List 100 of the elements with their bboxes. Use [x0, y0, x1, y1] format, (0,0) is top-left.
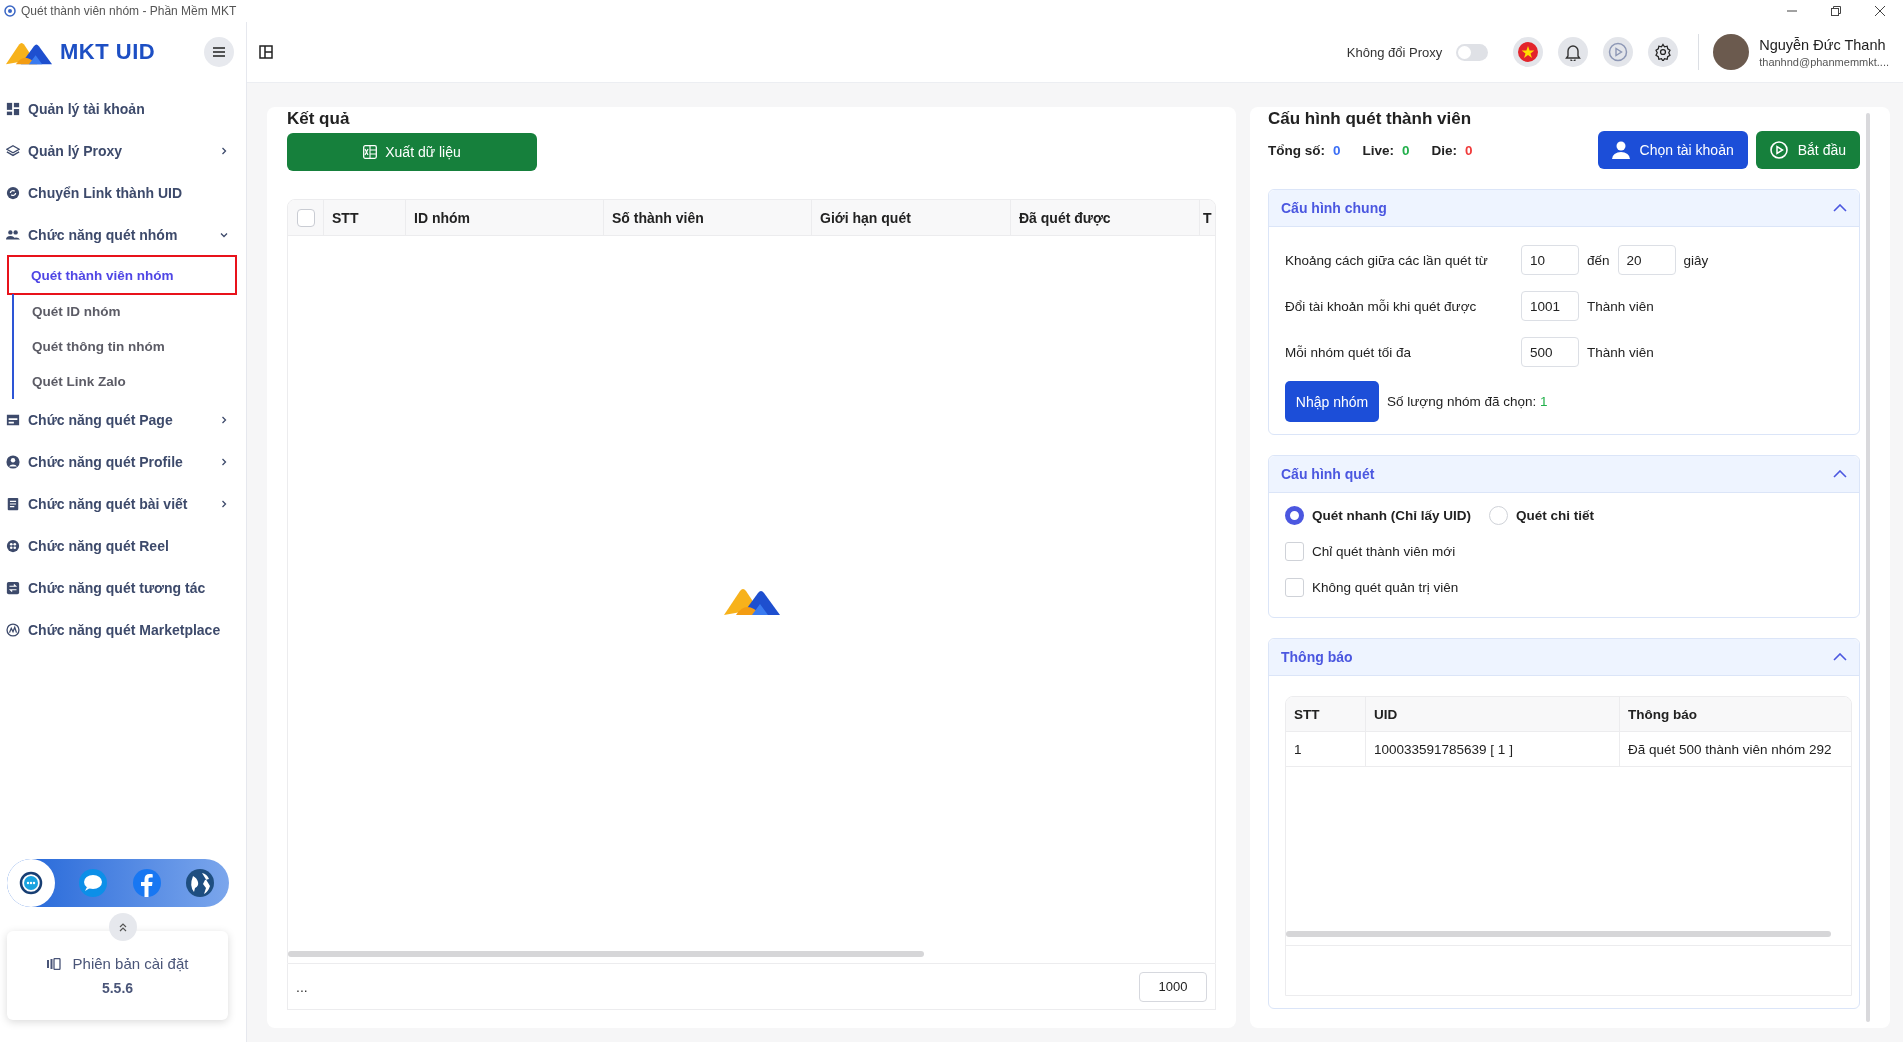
toggle-switch[interactable]: [1456, 43, 1489, 61]
expand-button[interactable]: [109, 913, 137, 941]
setting-label: Đổi tài khoản mỗi khi quét được: [1285, 298, 1478, 314]
import-groups-button[interactable]: Nhập nhóm: [1285, 381, 1379, 422]
version-number: 5.5.6: [101, 980, 134, 996]
version-label: Phiên bản cài đặt: [72, 955, 189, 972]
double-chevron-up-icon: [118, 922, 128, 932]
section-header[interactable]: Cấu hình quét: [1269, 456, 1859, 493]
avatar[interactable]: [1713, 34, 1750, 70]
app-icon: [4, 5, 16, 17]
document-icon: [6, 497, 20, 511]
stat-value: 0: [1333, 142, 1341, 158]
range-separator: đến: [1587, 252, 1610, 268]
unit-label: giây: [1683, 252, 1709, 268]
support-button[interactable]: [7, 859, 55, 907]
checkbox-option[interactable]: Không quét quản trị viên: [1285, 569, 1459, 605]
table-cell: Đã quét 500 thành viên nhóm 292: [1628, 741, 1832, 757]
unit-label: Thành viên: [1587, 298, 1654, 314]
flag-icon: [1518, 42, 1539, 62]
selected-count-text: Số lượng nhóm đã chọn: 1: [1387, 394, 1548, 409]
user-name: Nguyễn Đức Thanh: [1759, 36, 1887, 53]
chevron-right-icon: [220, 500, 228, 508]
submenu-item[interactable]: Quét thông tin nhóm: [12, 329, 232, 364]
number-field[interactable]: 20: [1617, 245, 1676, 275]
number-field[interactable]: 10: [1521, 245, 1579, 275]
scrollbar[interactable]: [1866, 113, 1870, 1022]
submenu-item[interactable]: Quét thành viên nhóm: [8, 256, 236, 294]
choose-account-button[interactable]: Chọn tài khoản: [1597, 131, 1748, 169]
profile-icon: [6, 455, 20, 469]
notification-button[interactable]: [1558, 37, 1589, 67]
stat-value: 0: [1465, 142, 1473, 158]
people-icon: [6, 228, 20, 242]
column-header: Thông báo: [1628, 706, 1697, 722]
radio-button[interactable]: [1285, 505, 1304, 525]
sidebar-item[interactable]: Chức năng quét Page: [0, 399, 246, 441]
play-circle-icon: [1608, 42, 1629, 62]
film-reel-icon: [6, 539, 20, 553]
globe-icon[interactable]: [185, 868, 215, 898]
section-header[interactable]: Thông báo: [1269, 639, 1859, 676]
setting-label: Khoảng cách giữa các lần quét từ: [1285, 252, 1489, 268]
column-header: Đã quét được: [1019, 209, 1111, 226]
proxy-toggle-label: Không đổi Proxy: [1346, 44, 1443, 60]
submenu-item[interactable]: Quét ID nhóm: [12, 294, 232, 329]
stat-label: Die:: [1431, 142, 1458, 158]
sync-icon: [6, 186, 20, 200]
column-header: STT: [332, 209, 359, 226]
setting-label: Mỗi nhóm quét tối đa: [1285, 344, 1413, 360]
layout-icon[interactable]: [259, 45, 273, 59]
menu-button[interactable]: [204, 37, 234, 67]
table-cell: 100033591785639 [ 1 ]: [1374, 741, 1513, 757]
section-header[interactable]: Cấu hình chung: [1269, 190, 1859, 227]
sidebar-item[interactable]: Chức năng quét tương tác: [0, 567, 246, 609]
sidebar-item[interactable]: Chuyển Link thành UID: [0, 172, 246, 214]
stat-value: 0: [1402, 142, 1410, 158]
close-icon[interactable]: [1875, 6, 1885, 16]
facebook-icon[interactable]: [131, 868, 162, 898]
radio-option[interactable]: Quét nhanh (Chỉ lấy UID): [1285, 505, 1471, 525]
column-header: STT: [1294, 706, 1320, 722]
page-size-field[interactable]: 1000: [1139, 971, 1207, 1002]
restore-icon[interactable]: [1831, 6, 1841, 16]
start-button[interactable]: Bắt đầu: [1755, 131, 1860, 169]
checkbox-option[interactable]: Chỉ quét thành viên mới: [1285, 533, 1456, 569]
user-email: thanhnd@phanmemmkt....: [1759, 55, 1889, 68]
number-field[interactable]: 1001: [1521, 291, 1579, 321]
play-circle-icon: [1769, 141, 1788, 159]
sidebar-item[interactable]: Chức năng quét Marketplace: [0, 609, 246, 651]
window-title: Quét thành viên nhóm - Phần Mềm MKT: [21, 4, 237, 18]
scrollbar[interactable]: [1286, 931, 1831, 937]
bell-icon: [1565, 43, 1582, 61]
unit-label: Thành viên: [1587, 344, 1654, 360]
sidebar-item[interactable]: Chức năng quét bài viết: [0, 483, 246, 525]
chevron-down-icon: [220, 231, 228, 239]
sidebar-item[interactable]: Chức năng quét nhóm: [0, 214, 246, 256]
scrollbar[interactable]: [288, 951, 924, 957]
play-button[interactable]: [1603, 37, 1634, 67]
column-header: ID nhóm: [414, 209, 470, 226]
sidebar-item[interactable]: Chức năng quét Profile: [0, 441, 246, 483]
settings-button[interactable]: [1648, 37, 1679, 67]
chevron-up-icon: [1833, 470, 1847, 478]
person-icon: [1611, 141, 1630, 159]
chat-bubble-icon[interactable]: [78, 868, 109, 898]
submenu-item[interactable]: Quét Link Zalo: [12, 364, 232, 399]
page-icon: [6, 413, 20, 427]
swap-icon: [6, 581, 20, 595]
version-icon: [46, 957, 61, 970]
column-header: T: [1203, 209, 1212, 226]
language-button[interactable]: [1513, 37, 1544, 67]
sidebar-item[interactable]: Chức năng quét Reel: [0, 525, 246, 567]
checkbox[interactable]: [1285, 577, 1304, 597]
number-field[interactable]: 500: [1521, 337, 1579, 367]
chevron-right-icon: [220, 458, 228, 466]
checkbox[interactable]: [1285, 541, 1304, 561]
sidebar-item[interactable]: Quản lý Proxy: [0, 130, 246, 172]
select-all-checkbox[interactable]: [296, 208, 315, 227]
radio-option[interactable]: Quét chi tiết: [1489, 505, 1595, 525]
sidebar-item[interactable]: Quản lý tài khoản: [0, 88, 246, 130]
export-button[interactable]: Xuất dữ liệu: [287, 133, 537, 171]
chart-icon: [6, 623, 20, 637]
chevron-up-icon: [1833, 204, 1847, 212]
panel-title: Kết quả: [287, 109, 351, 129]
